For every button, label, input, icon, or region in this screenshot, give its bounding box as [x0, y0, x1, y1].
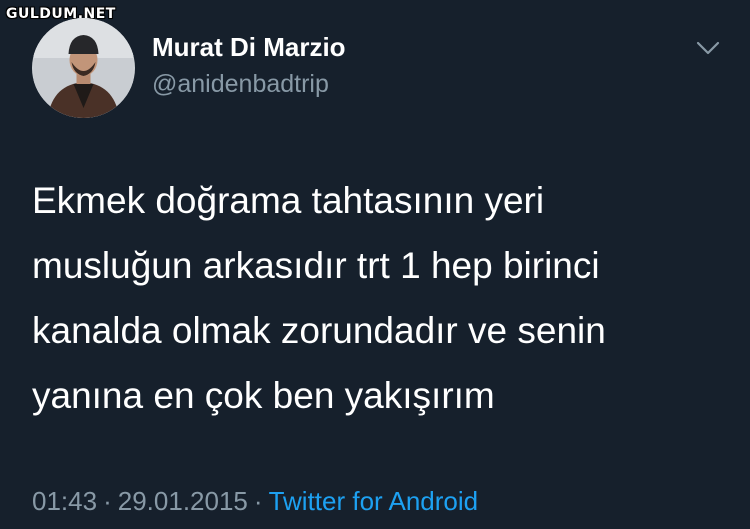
tweet-line: yanına en çok ben yakışırım: [32, 375, 495, 416]
tweet-time: 01:43: [32, 486, 98, 516]
separator-dot: ·: [253, 486, 263, 516]
chevron-down-icon: [696, 41, 720, 55]
display-name[interactable]: Murat Di Marzio: [152, 32, 346, 63]
tweet-text: Ekmek doğrama tahtasının yeri musluğun a…: [32, 168, 712, 428]
tweet-metadata: 01:43 · 29.01.2015 · Twitter for Android: [32, 486, 478, 517]
avatar-photo: [33, 18, 134, 118]
username-handle[interactable]: @anidenbadtrip: [152, 70, 329, 99]
tweet-source-link[interactable]: Twitter for Android: [269, 486, 479, 516]
tweet-screenshot: GULDUM.NET Murat Di Marzio @anidenbadtri…: [0, 0, 750, 529]
separator-dot: ·: [103, 486, 112, 516]
avatar[interactable]: [32, 18, 135, 118]
tweet-line: musluğun arkasıdır trt 1 hep birinci: [32, 245, 600, 286]
tweet-line: kanalda olmak zorundadır ve senin: [32, 310, 606, 351]
tweet-options-button[interactable]: [694, 38, 722, 58]
tweet-line: Ekmek doğrama tahtasının yeri: [32, 180, 545, 221]
tweet-date: 29.01.2015: [117, 486, 248, 516]
